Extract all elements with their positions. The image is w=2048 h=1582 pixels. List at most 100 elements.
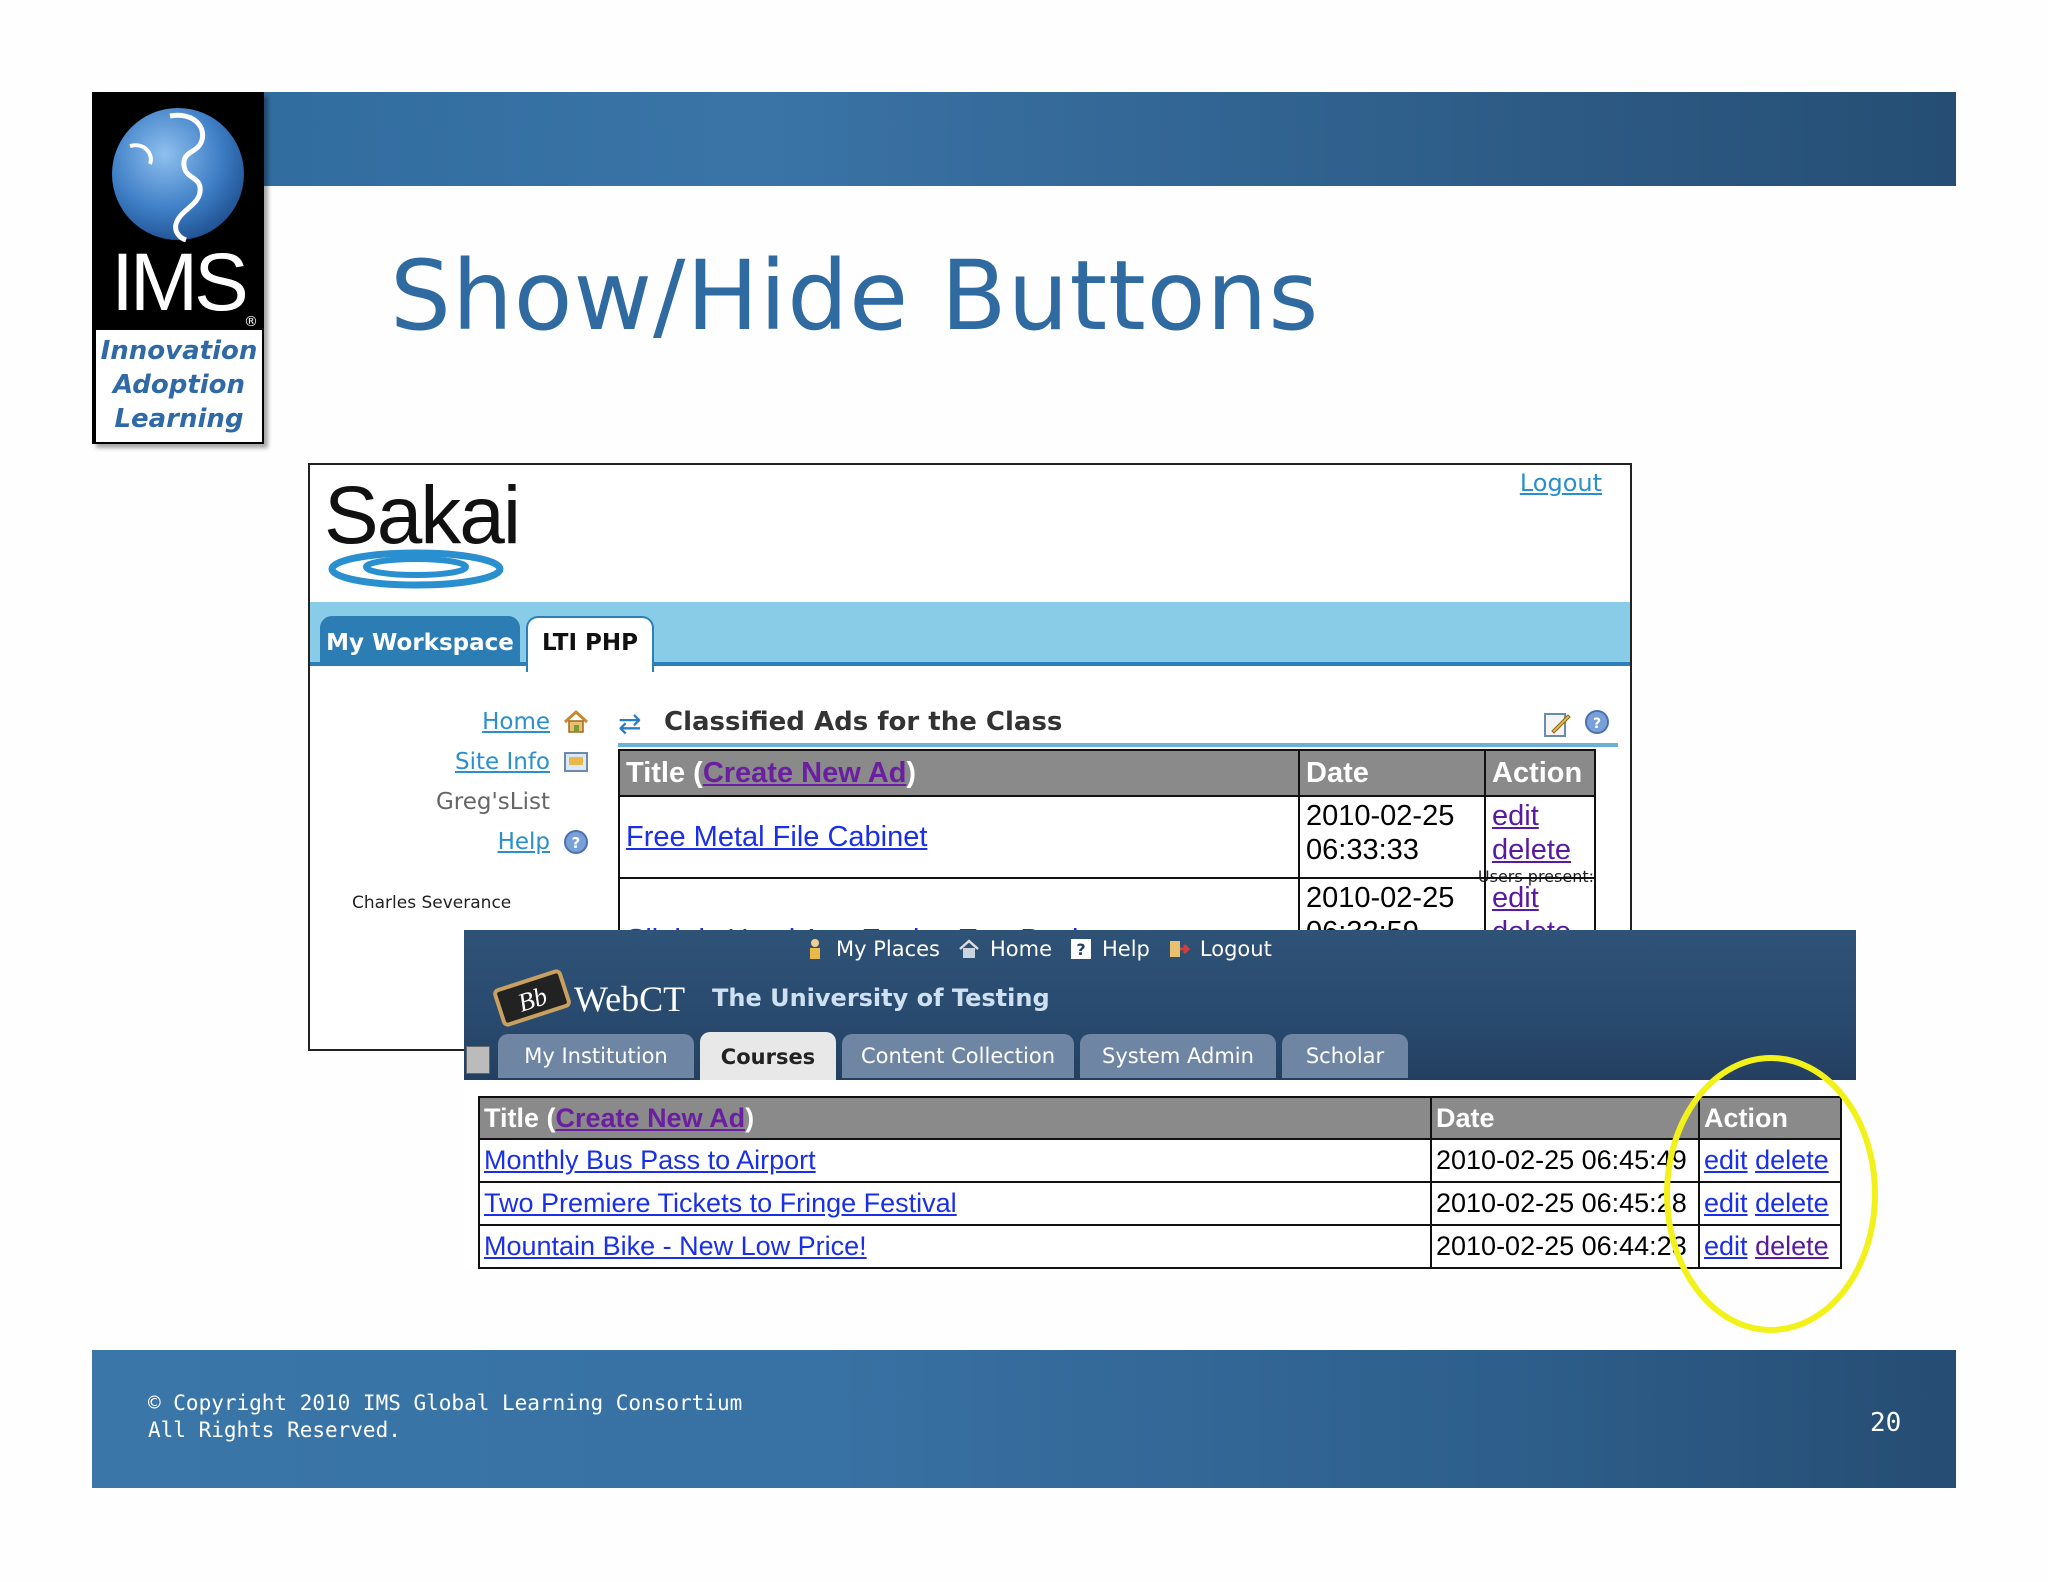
ad-date-cell: 2010-02-25 06:33:33	[1298, 795, 1486, 879]
ims-logo: IMS ® Innovation Adoption Learning	[92, 92, 264, 444]
sakai-logo: Sakai	[320, 469, 521, 589]
logout-link[interactable]: Logout	[1520, 469, 1602, 497]
highlight-circle	[1664, 1055, 1878, 1333]
logout-icon	[1169, 941, 1190, 957]
header-band	[92, 92, 1956, 186]
table-header-row: Title (Create New Ad) Date Action	[618, 749, 1596, 797]
tool-title: Classified Ads for the Class	[664, 707, 1063, 737]
ad-time: 06:33:33	[1306, 834, 1419, 866]
nav-spacer	[562, 788, 590, 816]
column-header-action: Action	[1484, 749, 1596, 797]
ad-title-cell: Mountain Bike - New Low Price!	[478, 1224, 1432, 1269]
nav-item-help[interactable]: Help ?	[498, 825, 590, 859]
column-header-date: Date	[1298, 749, 1486, 797]
my-places-link[interactable]: My Places	[804, 937, 940, 961]
tab-courses[interactable]: Courses	[700, 1032, 836, 1080]
tab-lti-php[interactable]: LTI PHP	[526, 616, 654, 672]
table-row: Two Premiere Tickets to Fringe Festival …	[478, 1181, 1842, 1226]
ad-title-cell: Free Metal File Cabinet	[618, 795, 1300, 879]
table-header-row: Title (Create New Ad) Date Action	[478, 1096, 1842, 1140]
table-row: Free Metal File Cabinet 2010-02-25 06:33:…	[618, 795, 1596, 879]
svg-text:?: ?	[1593, 716, 1601, 732]
institution-name: The University of Testing	[712, 984, 1050, 1012]
edit-link[interactable]: edit	[1492, 882, 1539, 914]
home-label: Home	[990, 937, 1053, 961]
column-header-title: Title (Create New Ad)	[478, 1096, 1432, 1140]
column-header-date: Date	[1430, 1096, 1700, 1140]
ad-action-cell: editdelete	[1484, 795, 1596, 879]
logout-label: Logout	[1199, 937, 1272, 961]
ad-title-link[interactable]: Free Metal File Cabinet	[626, 821, 927, 853]
registered-mark: ®	[244, 314, 258, 330]
header-title-suffix: )	[745, 1102, 755, 1133]
webct-top-links: My Places Home ? Help Logout	[804, 932, 1272, 966]
ims-brand: IMS	[111, 237, 249, 328]
tagline-line: Learning	[114, 404, 244, 434]
nav-site-info-link[interactable]: Site Info	[455, 749, 550, 775]
tagline-line: Innovation	[100, 336, 258, 366]
nav-home-link[interactable]: Home	[482, 709, 550, 735]
help-link[interactable]: ? Help	[1070, 937, 1150, 961]
sakai-tab-bar: My Workspace LTI PHP	[310, 602, 1630, 672]
tool-title-bar: ⇄ Classified Ads for the Class ?	[618, 701, 1618, 747]
blackboard-logo: Bb	[493, 969, 571, 1027]
nav-item-site-info[interactable]: Site Info	[455, 745, 590, 779]
users-present-name: Charles Severance	[352, 893, 512, 913]
header-title-suffix: )	[906, 756, 917, 789]
create-new-ad-link[interactable]: Create New Ad	[556, 1103, 746, 1133]
ad-date-cell: 2010-02-25 06:45:49	[1430, 1138, 1700, 1183]
home-icon	[563, 709, 589, 733]
help-icon: ?	[1071, 939, 1092, 959]
ad-title-cell: Monthly Bus Pass to Airport	[478, 1138, 1432, 1183]
tab-scholar[interactable]: Scholar	[1282, 1034, 1408, 1078]
globe-icon	[112, 108, 244, 242]
home-icon	[959, 939, 979, 958]
help-icon: ?	[564, 830, 588, 854]
column-header-title: Title (Create New Ad)	[618, 749, 1300, 797]
ims-tagline: Innovation Adoption Learning	[96, 330, 262, 442]
tagline-line: Adoption	[112, 370, 246, 400]
header-title-prefix: Title (	[626, 756, 703, 789]
logout-link[interactable]: Logout	[1168, 937, 1272, 961]
table-row: Mountain Bike - New Low Price! 2010-02-2…	[478, 1224, 1842, 1269]
help-icon[interactable]: ?	[1584, 709, 1610, 735]
ad-title-link[interactable]: Mountain Bike - New Low Price!	[484, 1231, 867, 1261]
edit-link[interactable]: edit	[1492, 800, 1539, 832]
ad-date: 2010-02-25	[1306, 800, 1455, 832]
copyright-line: © Copyright 2010 IMS Global Learning Con…	[148, 1391, 743, 1415]
header-title-prefix: Title (	[484, 1102, 556, 1133]
webct-ads-table: Title (Create New Ad) Date Action Monthl…	[478, 1096, 1842, 1269]
svg-text:?: ?	[1076, 940, 1085, 959]
webct-brand: WebCT	[574, 979, 686, 1019]
person-icon	[810, 939, 820, 959]
tab-my-institution[interactable]: My Institution	[498, 1034, 694, 1078]
tab-system-admin[interactable]: System Admin	[1080, 1034, 1276, 1078]
ad-date-cell: 2010-02-25 06:44:23	[1430, 1224, 1700, 1269]
copyright-notice: © Copyright 2010 IMS Global Learning Con…	[148, 1390, 742, 1444]
slide-title: Show/Hide Buttons	[390, 240, 1320, 352]
ad-title-link[interactable]: Monthly Bus Pass to Airport	[484, 1145, 816, 1175]
svg-text:?: ?	[572, 834, 581, 852]
collapse-toggle-icon[interactable]	[466, 1046, 490, 1074]
create-new-ad-link[interactable]: Create New Ad	[703, 757, 907, 789]
home-link[interactable]: Home	[958, 937, 1052, 961]
tab-my-workspace[interactable]: My Workspace	[320, 616, 520, 666]
webct-header: My Places Home ? Help Logout Bb WebCT Th…	[464, 930, 1856, 1080]
sakai-ripple-icon	[328, 549, 504, 589]
ad-title-link[interactable]: Two Premiere Tickets to Fringe Festival	[484, 1188, 957, 1218]
nav-item-home[interactable]: Home	[482, 705, 590, 739]
nav-item-gregslist: Greg'sList	[436, 785, 590, 819]
delete-link[interactable]: delete	[1492, 834, 1571, 866]
nav-help-link[interactable]: Help	[498, 829, 550, 855]
tab-content-collection[interactable]: Content Collection	[842, 1034, 1074, 1078]
help-label: Help	[1102, 937, 1150, 961]
refresh-icon[interactable]: ⇄	[618, 707, 641, 740]
ad-date: 2010-02-25	[1306, 882, 1455, 914]
edit-icon[interactable]	[1542, 709, 1572, 739]
webct-screenshot: My Places Home ? Help Logout Bb WebCT Th…	[464, 930, 1856, 1270]
ad-date-cell: 2010-02-25 06:45:28	[1430, 1181, 1700, 1226]
webct-tab-bar: My Institution Courses Content Collectio…	[464, 1030, 1856, 1080]
nav-current-site: Greg'sList	[435, 789, 550, 815]
webct-content: Title (Create New Ad) Date Action Monthl…	[464, 1080, 1856, 1270]
site-info-icon	[564, 752, 588, 772]
